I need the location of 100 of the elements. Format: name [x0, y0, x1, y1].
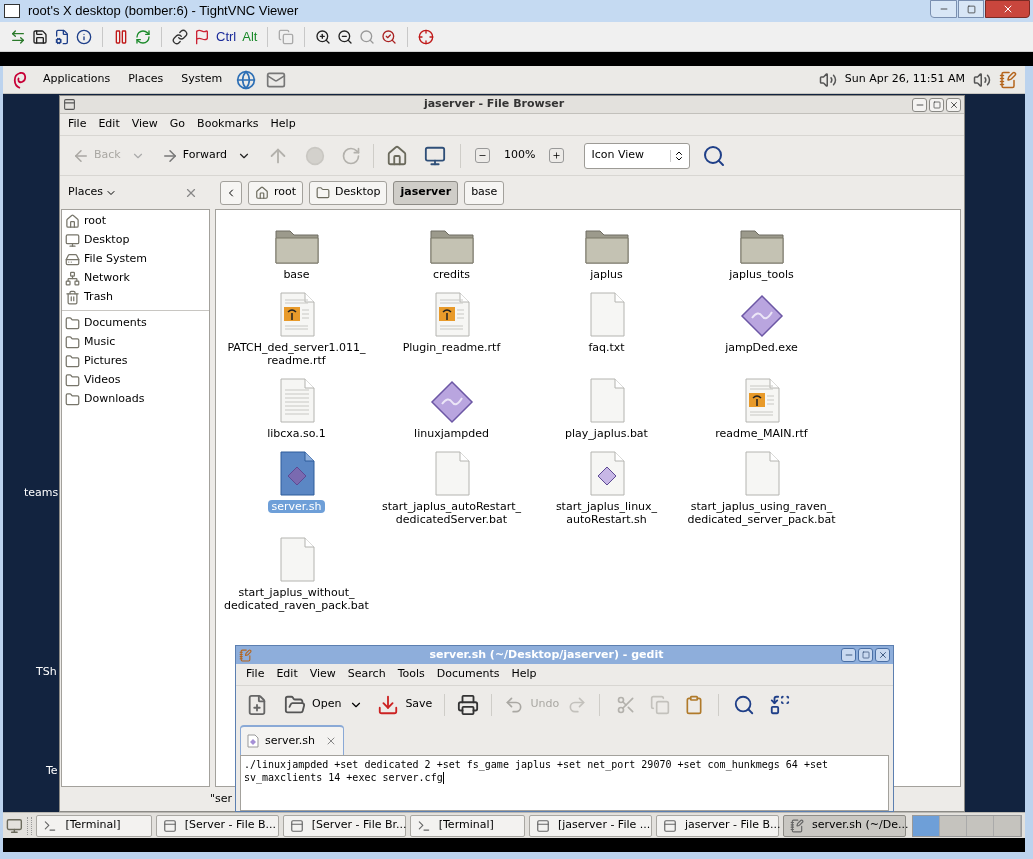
path-bar-button[interactable]: base	[464, 180, 505, 205]
open-button[interactable]: Open	[284, 693, 342, 716]
sidebar-item[interactable]: File System	[84, 251, 147, 268]
file-name[interactable]: libcxa.so.1	[264, 427, 329, 440]
menu-item[interactable]: File	[64, 116, 91, 133]
path-bar-button[interactable]: Desktop	[309, 180, 388, 205]
menu-item[interactable]: Search	[343, 666, 390, 683]
document-with-picture-icon[interactable]	[277, 292, 316, 338]
menu-item[interactable]: Help	[507, 666, 541, 683]
search-icon[interactable]	[702, 143, 727, 168]
volume-icon[interactable]	[973, 70, 991, 89]
zoom-in-button[interactable]	[549, 148, 565, 163]
menu-item[interactable]: Bookmarks	[193, 116, 263, 133]
file-name[interactable]: PATCH_ded_server1.011_ readme.rtf	[224, 341, 369, 367]
workspace-cell[interactable]	[967, 815, 994, 836]
search-icon[interactable]	[733, 693, 756, 716]
menu-item[interactable]: Edit	[272, 666, 302, 683]
side-pane-selector[interactable]: Places	[68, 184, 178, 201]
desktop-icon-label[interactable]: TSh	[36, 664, 57, 681]
close-icon[interactable]	[325, 735, 337, 747]
close-button[interactable]	[985, 0, 1030, 18]
zoom-fit-icon[interactable]	[359, 28, 376, 45]
file-name[interactable]: japlus_tools	[726, 268, 797, 281]
menu-item[interactable]: Documents	[432, 666, 504, 683]
sidebar-item[interactable]: Documents	[84, 315, 147, 332]
menu-item[interactable]: Tools	[393, 666, 429, 683]
file-name[interactable]: Plugin_readme.rtf	[399, 341, 504, 354]
script-file-icon[interactable]	[277, 451, 316, 497]
sidebar-item[interactable]: Desktop	[84, 232, 130, 249]
path-bar-button[interactable]: jaserver	[393, 180, 459, 205]
close-button[interactable]	[875, 648, 890, 662]
sidebar-item[interactable]: Downloads	[84, 391, 145, 408]
file-name[interactable]: jampDed.exe	[722, 341, 801, 354]
menu-item[interactable]: Go	[165, 116, 190, 133]
panel-menu[interactable]: Applications	[39, 71, 115, 88]
replace-icon[interactable]	[769, 693, 792, 716]
link-icon[interactable]	[172, 28, 188, 45]
show-desktop-icon[interactable]	[6, 816, 23, 835]
sidebar-item[interactable]: Network	[84, 270, 130, 287]
minimize-button[interactable]	[841, 648, 856, 662]
document-tab[interactable]: server.sh	[240, 725, 344, 755]
sidebar-item[interactable]: root	[84, 213, 107, 230]
sidebar-item[interactable]: Music	[84, 334, 116, 351]
editor-app-icon[interactable]	[239, 648, 252, 662]
connection-icon[interactable]	[10, 28, 26, 45]
minimize-button[interactable]	[912, 97, 927, 112]
sidebar-item[interactable]: Pictures	[84, 353, 128, 370]
forward-button[interactable]: Forward	[156, 146, 231, 165]
zoom-out-button[interactable]	[474, 148, 490, 163]
workspace-cell[interactable]	[994, 815, 1021, 836]
sidebar-item[interactable]: Trash	[84, 289, 114, 306]
file-name[interactable]: start_japlus_using_raven_ dedicated_server_pack.bat	[684, 500, 839, 526]
menu-item[interactable]: Help	[266, 116, 300, 133]
executable-icon[interactable]	[739, 294, 784, 338]
panel-menu[interactable]: Places	[124, 71, 168, 88]
copy-icon[interactable]	[278, 28, 295, 45]
file-name[interactable]: start_japlus_without_ dedicated_raven_pack.bat	[221, 586, 372, 612]
info-icon[interactable]	[76, 28, 92, 45]
menu-item[interactable]: View	[127, 116, 162, 133]
file-name[interactable]: japlus	[587, 268, 626, 281]
file-name[interactable]: credits	[429, 268, 474, 281]
path-bar-button[interactable]: root	[248, 180, 304, 205]
maximize-button[interactable]	[958, 0, 984, 18]
view-mode-dropdown[interactable]: Icon View	[584, 142, 691, 169]
file-name[interactable]: linuxjampded	[411, 427, 492, 440]
debian-swirl-icon[interactable]	[11, 69, 29, 90]
paste-icon[interactable]	[684, 694, 705, 715]
panel-menu[interactable]: System	[177, 71, 227, 88]
taskbar-button[interactable]: [Terminal]	[409, 814, 525, 837]
file-name[interactable]: start_japlus_linux_ autoRestart.sh	[552, 500, 661, 526]
path-back-button[interactable]	[220, 180, 242, 205]
file-name[interactable]: readme_MAIN.rtf	[712, 427, 811, 440]
zoom-in-icon[interactable]	[315, 28, 332, 45]
taskbar-button[interactable]: [jaserver - File ...	[529, 814, 652, 837]
file-name[interactable]: start_japlus_autoRestart_ dedicatedServer.bat	[379, 500, 524, 526]
taskbar-button[interactable]: [Server - File Br...	[282, 814, 406, 837]
menu-item[interactable]: Edit	[94, 116, 124, 133]
notes-icon[interactable]	[999, 70, 1017, 89]
workspace-cell[interactable]	[940, 815, 967, 836]
menu-item[interactable]: View	[305, 666, 340, 683]
computer-icon[interactable]	[423, 144, 446, 167]
print-icon[interactable]	[457, 693, 480, 716]
file-name[interactable]: play_japlus.bat	[562, 427, 651, 440]
save-button[interactable]: Save	[377, 693, 433, 716]
desktop-icon-label[interactable]: teams	[24, 485, 59, 502]
home-folder-icon[interactable]	[385, 144, 408, 167]
window-menu-icon[interactable]	[63, 98, 76, 111]
close-button[interactable]	[946, 97, 961, 112]
taskbar-button[interactable]: jaserver - File B...	[656, 814, 779, 837]
file-name[interactable]: faq.txt	[585, 341, 628, 354]
zoom-out-icon[interactable]	[337, 28, 354, 45]
maximize-button[interactable]	[929, 97, 944, 112]
new-document-icon[interactable]	[246, 693, 268, 716]
pause-icon[interactable]	[113, 28, 129, 45]
maximize-button[interactable]	[858, 648, 873, 662]
flag-icon[interactable]	[194, 28, 210, 45]
file-name[interactable]: base	[280, 268, 313, 281]
desktop-icon-label[interactable]: Te	[46, 763, 58, 780]
volume-icon[interactable]	[818, 70, 837, 89]
taskbar-button[interactable]: server.sh (~/De...	[783, 814, 906, 837]
